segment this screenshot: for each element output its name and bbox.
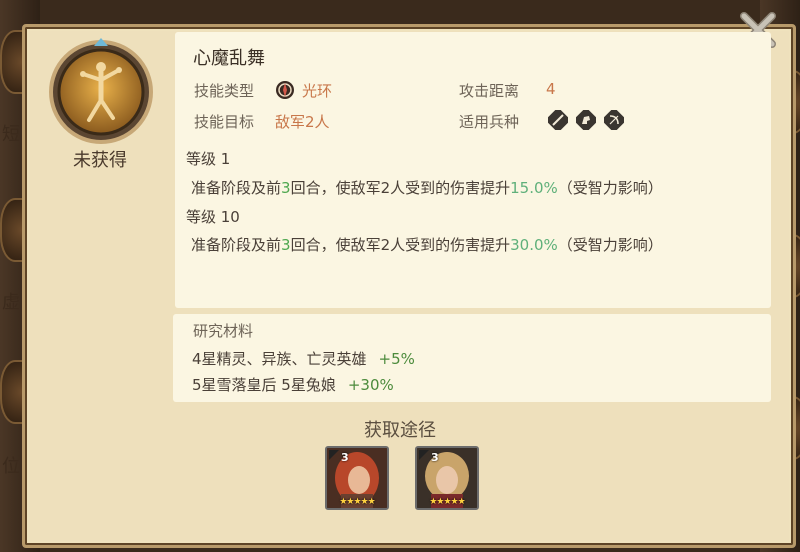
hero-level: 3 xyxy=(431,451,439,464)
troop-type-label: 适用兵种 xyxy=(459,113,520,131)
level-10-label: 等级 10 xyxy=(186,208,240,226)
research-title: 研究材料 xyxy=(193,322,254,340)
source-hero-card[interactable]: 3 ★★★★★ xyxy=(415,446,479,510)
skill-status-label: 未获得 xyxy=(73,150,127,171)
skill-target-label: 技能目标 xyxy=(194,113,255,131)
attack-range-label: 攻击距离 xyxy=(459,82,520,100)
skill-badge-icon xyxy=(47,36,155,146)
sword-icon xyxy=(548,110,568,130)
bg-label: 位 xyxy=(2,456,20,477)
research-line-1: 4星精灵、异族、亡灵英雄 +5% xyxy=(192,350,415,368)
skill-info-box xyxy=(175,32,771,308)
acquisition-title: 获取途径 xyxy=(364,420,436,441)
horse-icon xyxy=(576,110,596,130)
level-1-label: 等级 1 xyxy=(186,150,231,168)
skill-name: 心魔乱舞 xyxy=(193,48,265,69)
source-hero-card[interactable]: 3 ★★★★★ xyxy=(325,446,389,510)
skill-type-label: 技能类型 xyxy=(194,82,255,100)
hero-stars: ★★★★★ xyxy=(429,497,465,507)
level-10-description: 准备阶段及前3回合，使敌军2人受到的伤害提升30.0%（受智力影响） xyxy=(191,236,663,254)
bg-label: 短 xyxy=(2,124,20,145)
hero-stars: ★★★★★ xyxy=(339,497,375,507)
skill-target-value: 敌军2人 xyxy=(275,113,330,131)
research-line-2: 5星雪落皇后 5星兔娘 +30% xyxy=(192,376,394,394)
skill-type-value: 光环 xyxy=(302,82,333,100)
bg-label: 虚 xyxy=(2,292,20,313)
aura-icon xyxy=(275,80,295,100)
attack-range-value: 4 xyxy=(546,80,556,98)
bow-icon xyxy=(604,110,624,130)
level-1-description: 准备阶段及前3回合，使敌军2人受到的伤害提升15.0%（受智力影响） xyxy=(191,179,663,197)
hero-level: 3 xyxy=(341,451,349,464)
